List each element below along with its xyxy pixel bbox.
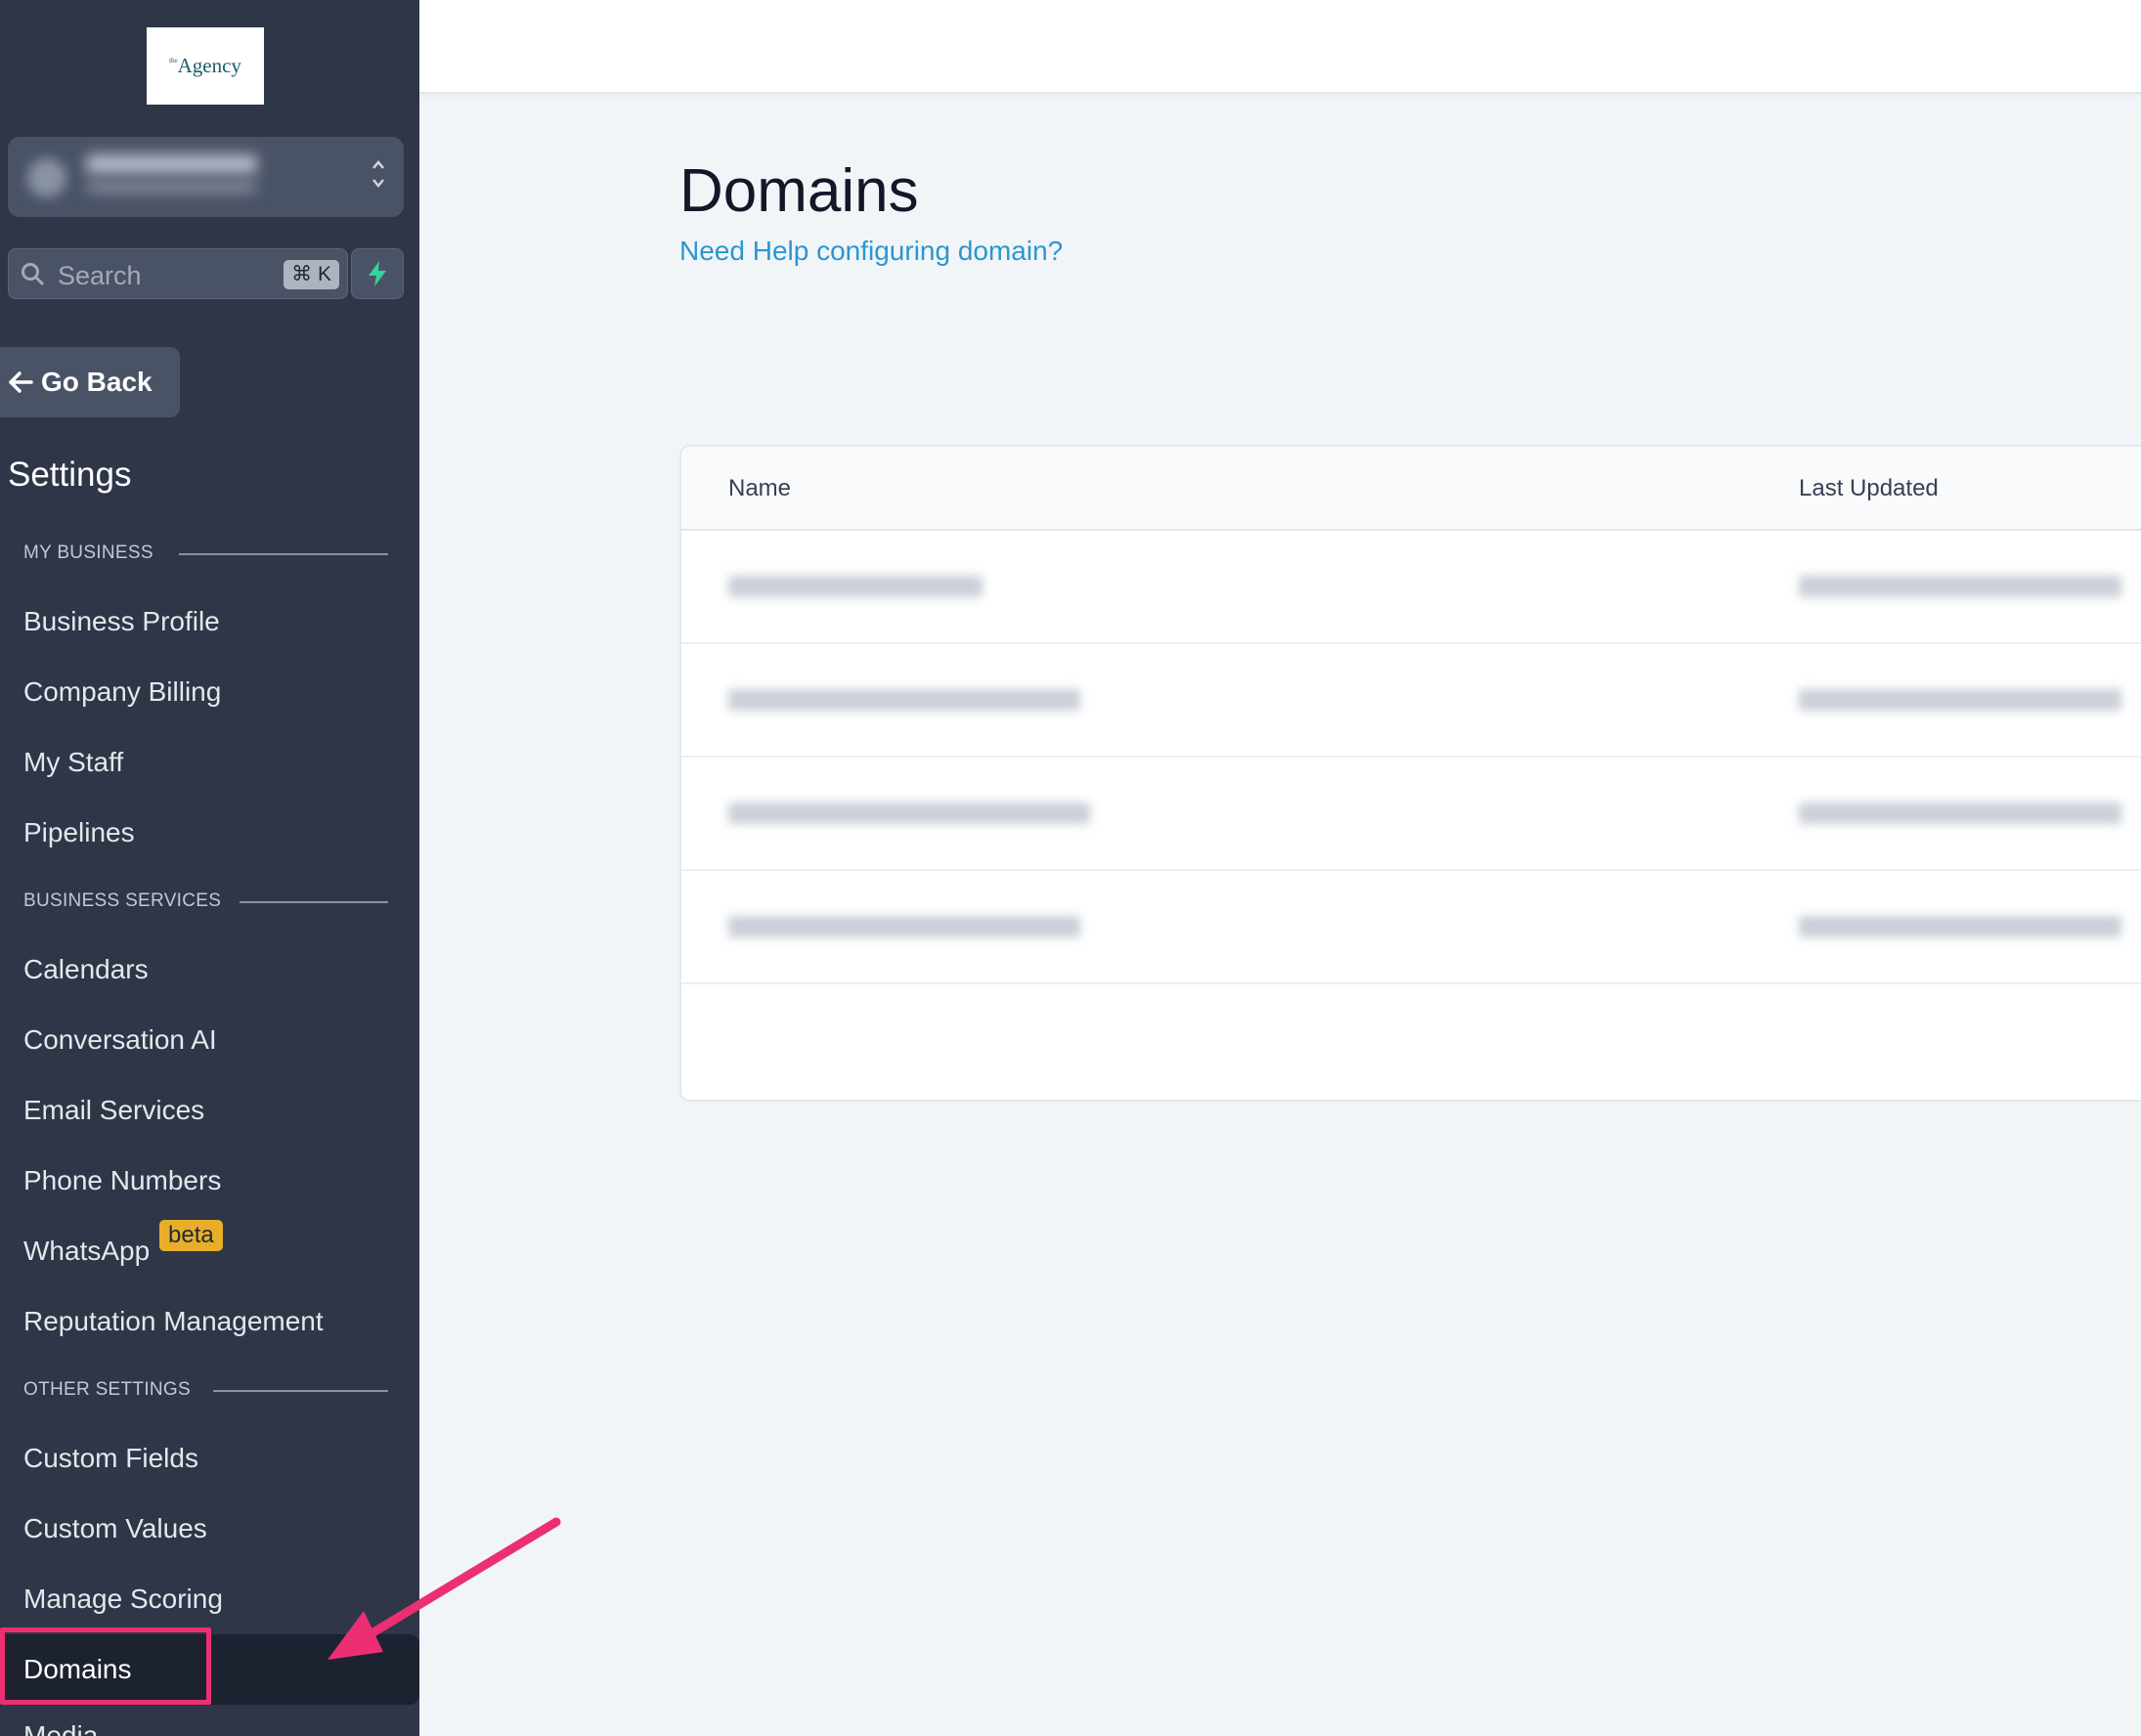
table-header: Name Last Updated — [681, 447, 2141, 531]
chevron-up-down-icon — [371, 156, 386, 196]
last-updated-redacted — [1799, 916, 2121, 937]
last-updated-redacted — [1799, 689, 2121, 711]
section-divider — [240, 901, 388, 903]
settings-title: Settings — [8, 456, 132, 494]
sidebar-item-email-services[interactable]: Email Services — [23, 1095, 204, 1126]
sidebar-item-whatsapp[interactable]: WhatsApp — [23, 1236, 150, 1267]
sidebar-item-my-staff[interactable]: My Staff — [23, 747, 123, 778]
sidebar-item-custom-values[interactable]: Custom Values — [23, 1513, 207, 1544]
sidebar: the Agency Search ⌘ K Go Back Settings M… — [0, 0, 419, 1736]
column-header-last-updated[interactable]: Last Updated — [1799, 475, 1939, 502]
search-input[interactable]: Search ⌘ K — [8, 248, 348, 299]
table-row[interactable] — [681, 644, 2141, 758]
sidebar-item-company-billing[interactable]: Company Billing — [23, 676, 221, 708]
help-configuring-domain-link[interactable]: Need Help configuring domain? — [679, 236, 1063, 267]
sidebar-item-calendars[interactable]: Calendars — [23, 954, 149, 985]
account-switcher[interactable] — [8, 137, 404, 217]
domain-name-redacted — [728, 576, 983, 597]
search-placeholder: Search — [58, 261, 142, 290]
logo-small-text: the — [169, 56, 178, 65]
table-row[interactable] — [681, 871, 2141, 984]
account-name-redacted — [86, 154, 257, 174]
sidebar-item-business-profile[interactable]: Business Profile — [23, 606, 220, 637]
account-subtext-redacted — [86, 180, 257, 194]
sidebar-item-conversation-ai[interactable]: Conversation AI — [23, 1024, 217, 1056]
go-back-button[interactable]: Go Back — [0, 347, 180, 417]
logo-main-text: Agency — [177, 54, 241, 77]
column-header-name[interactable]: Name — [728, 475, 791, 502]
lightning-bolt-icon — [369, 261, 386, 286]
domain-name-redacted — [728, 689, 1080, 711]
beta-badge: beta — [159, 1220, 223, 1251]
last-updated-redacted — [1799, 803, 2121, 824]
table-row[interactable] — [681, 531, 2141, 644]
quick-action-button[interactable] — [351, 248, 404, 299]
section-label-my-business: MY BUSINESS — [23, 542, 153, 563]
search-icon — [22, 263, 45, 286]
sidebar-item-manage-scoring[interactable]: Manage Scoring — [23, 1584, 223, 1615]
page-title: Domains — [679, 157, 919, 225]
domain-name-redacted — [728, 916, 1080, 937]
section-divider — [213, 1390, 388, 1392]
table-row[interactable] — [681, 758, 2141, 871]
top-header-bar — [419, 0, 2141, 94]
domains-table: Name Last Updated — [679, 445, 2141, 1102]
section-label-business-services: BUSINESS SERVICES — [23, 890, 222, 911]
search-shortcut-badge: ⌘ K — [284, 260, 339, 289]
section-label-other-settings: OTHER SETTINGS — [23, 1379, 191, 1400]
section-divider — [179, 553, 388, 555]
sidebar-item-pipelines[interactable]: Pipelines — [23, 817, 135, 848]
last-updated-redacted — [1799, 576, 2121, 597]
domain-name-redacted — [728, 803, 1090, 824]
go-back-label: Go Back — [41, 367, 153, 397]
sidebar-item-reputation-management[interactable]: Reputation Management — [23, 1306, 324, 1337]
sidebar-item-custom-fields[interactable]: Custom Fields — [23, 1443, 198, 1474]
sidebar-item-phone-numbers[interactable]: Phone Numbers — [23, 1165, 221, 1196]
agency-logo[interactable]: the Agency — [147, 27, 264, 105]
sidebar-item-media[interactable]: Media — [23, 1720, 98, 1736]
arrow-left-icon — [9, 371, 33, 393]
account-avatar — [27, 158, 66, 197]
annotation-highlight-box — [0, 1628, 211, 1705]
